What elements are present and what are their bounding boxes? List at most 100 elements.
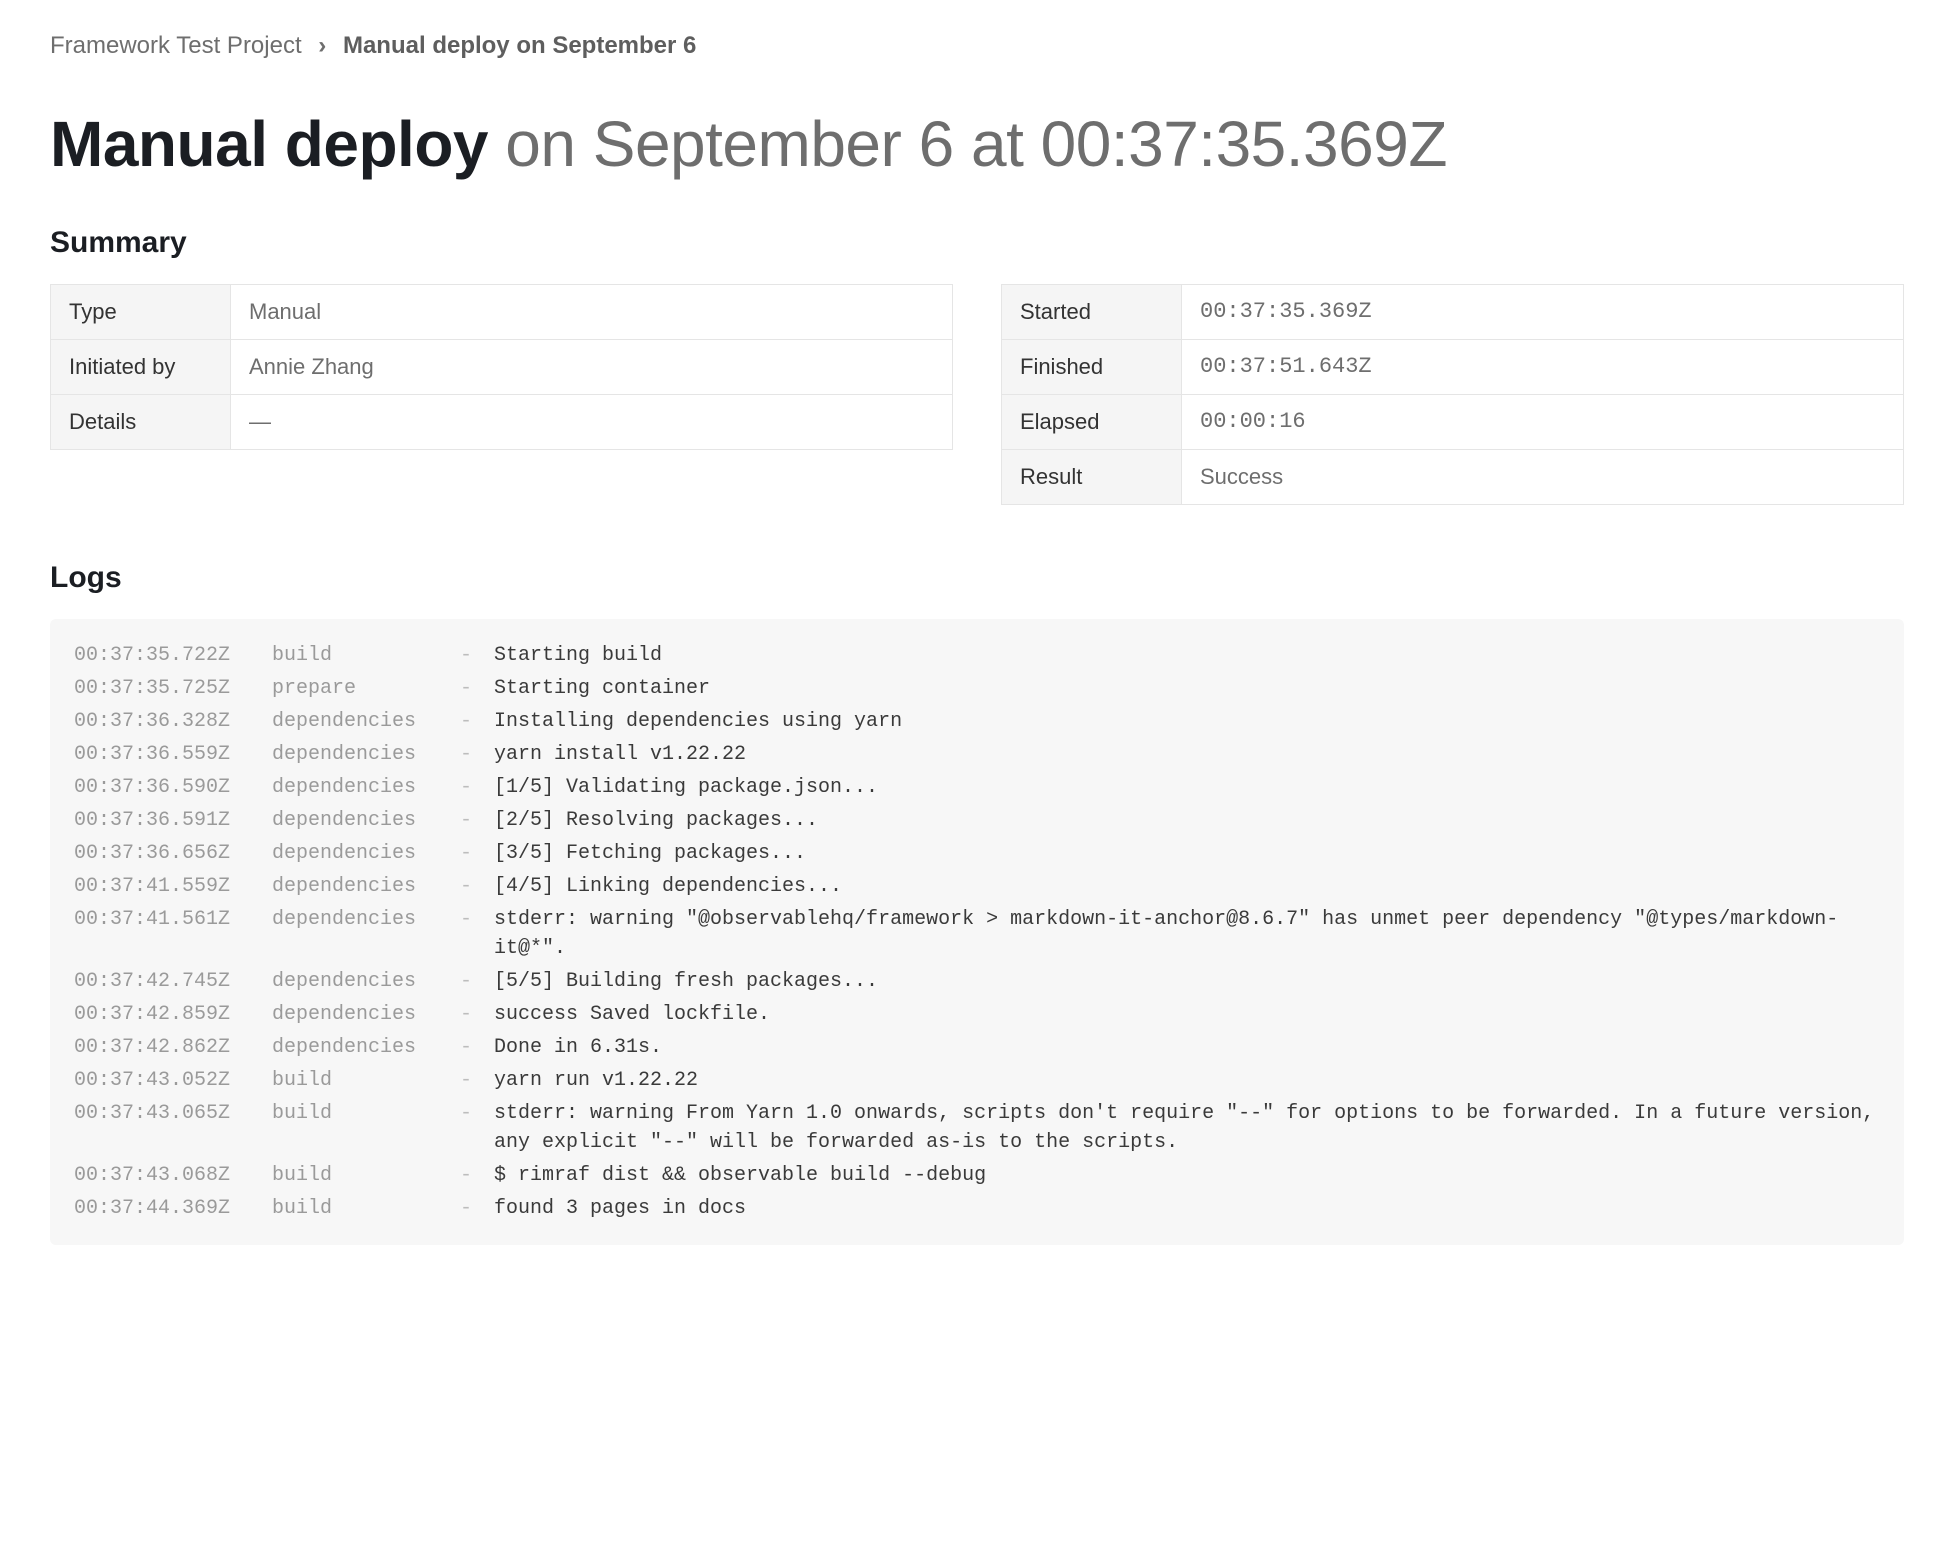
log-stage: dependencies [272, 773, 442, 802]
summary-row: Elapsed00:00:16 [1002, 394, 1904, 449]
log-separator: - [460, 1000, 476, 1029]
log-stage: build [272, 1161, 442, 1190]
log-message: [3/5] Fetching packages... [494, 839, 1880, 868]
summary-row: Finished00:37:51.643Z [1002, 339, 1904, 394]
log-row: 00:37:41.561Zdependencies-stderr: warnin… [74, 903, 1880, 965]
log-message: [4/5] Linking dependencies... [494, 872, 1880, 901]
log-message: Installing dependencies using yarn [494, 707, 1880, 736]
log-row: 00:37:35.725Z prepare-Starting container [74, 672, 1880, 705]
page-title: Manual deploy on September 6 at 00:37:35… [50, 108, 1904, 182]
log-message: stderr: warning From Yarn 1.0 onwards, s… [494, 1099, 1880, 1157]
log-timestamp: 00:37:35.725Z [74, 674, 254, 703]
breadcrumb: Framework Test Project › Manual deploy o… [50, 32, 1904, 60]
log-message: Done in 6.31s. [494, 1033, 1880, 1062]
log-stage: build [272, 1066, 442, 1095]
summary-value: Manual [231, 284, 953, 339]
summary-row: TypeManual [51, 284, 953, 339]
log-separator: - [460, 773, 476, 802]
log-row: 00:37:42.859Z dependencies-success Saved … [74, 998, 1880, 1031]
log-separator: - [460, 1099, 476, 1128]
log-stage: dependencies [272, 806, 442, 835]
log-separator: - [460, 806, 476, 835]
summary-left-table: TypeManualInitiated byAnnie ZhangDetails… [50, 284, 953, 450]
summary-row: ResultSuccess [1002, 449, 1904, 504]
log-stage: dependencies [272, 707, 442, 736]
breadcrumb-parent-link[interactable]: Framework Test Project [50, 32, 302, 59]
log-row: 00:37:36.590Z dependencies-[1/5] Validati… [74, 771, 1880, 804]
log-timestamp: 00:37:43.065Z [74, 1099, 254, 1128]
log-timestamp: 00:37:36.591Z [74, 806, 254, 835]
log-stage: dependencies [272, 905, 442, 934]
log-separator: - [460, 1033, 476, 1062]
log-row: 00:37:41.559Zdependencies-[4/5] Linking … [74, 870, 1880, 903]
breadcrumb-current: Manual deploy on September 6 [343, 32, 696, 59]
log-message: stderr: warning "@observablehq/framework… [494, 905, 1880, 963]
summary-left-col: TypeManualInitiated byAnnie ZhangDetails… [50, 284, 953, 505]
log-timestamp: 00:37:36.656Z [74, 839, 254, 868]
log-stage: dependencies [272, 839, 442, 868]
log-message: found 3 pages in docs [494, 1194, 1880, 1223]
log-stage: dependencies [272, 740, 442, 769]
summary-label: Finished [1002, 339, 1182, 394]
log-stage: dependencies [272, 872, 442, 901]
summary-value: Success [1182, 449, 1904, 504]
log-row: 00:37:43.065Z build-stderr: warning From … [74, 1097, 1880, 1159]
log-stage: dependencies [272, 1033, 442, 1062]
log-timestamp: 00:37:42.859Z [74, 1000, 254, 1029]
log-row: 00:37:36.656Zdependencies-[3/5] Fetching… [74, 837, 1880, 870]
summary-right-col: Started00:37:35.369ZFinished00:37:51.643… [1001, 284, 1904, 505]
log-timestamp: 00:37:36.590Z [74, 773, 254, 802]
log-row: 00:37:42.745Zdependencies-[5/5] Building… [74, 965, 1880, 998]
log-message: Starting container [494, 674, 1880, 703]
summary-label: Initiated by [51, 339, 231, 394]
log-timestamp: 00:37:35.722Z [74, 641, 254, 670]
log-stage: dependencies [272, 967, 442, 996]
summary-label: Elapsed [1002, 394, 1182, 449]
summary-value: 00:37:51.643Z [1182, 339, 1904, 394]
summary-row: Initiated byAnnie Zhang [51, 339, 953, 394]
log-row: 00:37:43.068Zbuild-$ rimraf dist && obse… [74, 1159, 1880, 1192]
summary-heading: Summary [50, 226, 1904, 260]
summary-value: — [231, 394, 953, 449]
log-separator: - [460, 641, 476, 670]
log-row: 00:37:44.369Z build-found 3 pages in docs [74, 1192, 1880, 1225]
logs-box: 00:37:35.722Zbuild-Starting build00:37:3… [50, 619, 1904, 1245]
log-row: 00:37:36.591Z dependencies-[2/5] Resolvin… [74, 804, 1880, 837]
log-message: success Saved lockfile. [494, 1000, 1880, 1029]
log-separator: - [460, 1161, 476, 1190]
log-timestamp: 00:37:42.862Z [74, 1033, 254, 1062]
summary-label: Started [1002, 284, 1182, 339]
summary-value: 00:37:35.369Z [1182, 284, 1904, 339]
log-row: 00:37:36.559Zdependencies-yarn install v… [74, 738, 1880, 771]
log-message: $ rimraf dist && observable build --debu… [494, 1161, 1880, 1190]
log-separator: - [460, 674, 476, 703]
log-stage: build [272, 1099, 442, 1128]
log-timestamp: 00:37:44.369Z [74, 1194, 254, 1223]
summary-row: Started00:37:35.369Z [1002, 284, 1904, 339]
summary-row: Details— [51, 394, 953, 449]
log-separator: - [460, 1194, 476, 1223]
log-stage: dependencies [272, 1000, 442, 1029]
summary-label: Result [1002, 449, 1182, 504]
summary-right-table: Started00:37:35.369ZFinished00:37:51.643… [1001, 284, 1904, 505]
log-stage: build [272, 641, 442, 670]
summary-value: Annie Zhang [231, 339, 953, 394]
summary-label: Type [51, 284, 231, 339]
log-message: [2/5] Resolving packages... [494, 806, 1880, 835]
log-timestamp: 00:37:41.561Z [74, 905, 254, 934]
log-stage: build [272, 1194, 442, 1223]
log-message: Starting build [494, 641, 1880, 670]
log-timestamp: 00:37:41.559Z [74, 872, 254, 901]
log-row: 00:37:42.862Z dependencies-Done in 6.31s. [74, 1031, 1880, 1064]
page-title-strong: Manual deploy [50, 108, 488, 180]
log-message: [1/5] Validating package.json... [494, 773, 1880, 802]
breadcrumb-separator: › [318, 32, 326, 59]
log-timestamp: 00:37:43.052Z [74, 1066, 254, 1095]
log-timestamp: 00:37:36.559Z [74, 740, 254, 769]
log-separator: - [460, 1066, 476, 1095]
log-stage: prepare [272, 674, 442, 703]
summary-grid: TypeManualInitiated byAnnie ZhangDetails… [50, 284, 1904, 505]
log-message: yarn install v1.22.22 [494, 740, 1880, 769]
log-timestamp: 00:37:36.328Z [74, 707, 254, 736]
page-title-rest: on September 6 at 00:37:35.369Z [488, 108, 1447, 180]
